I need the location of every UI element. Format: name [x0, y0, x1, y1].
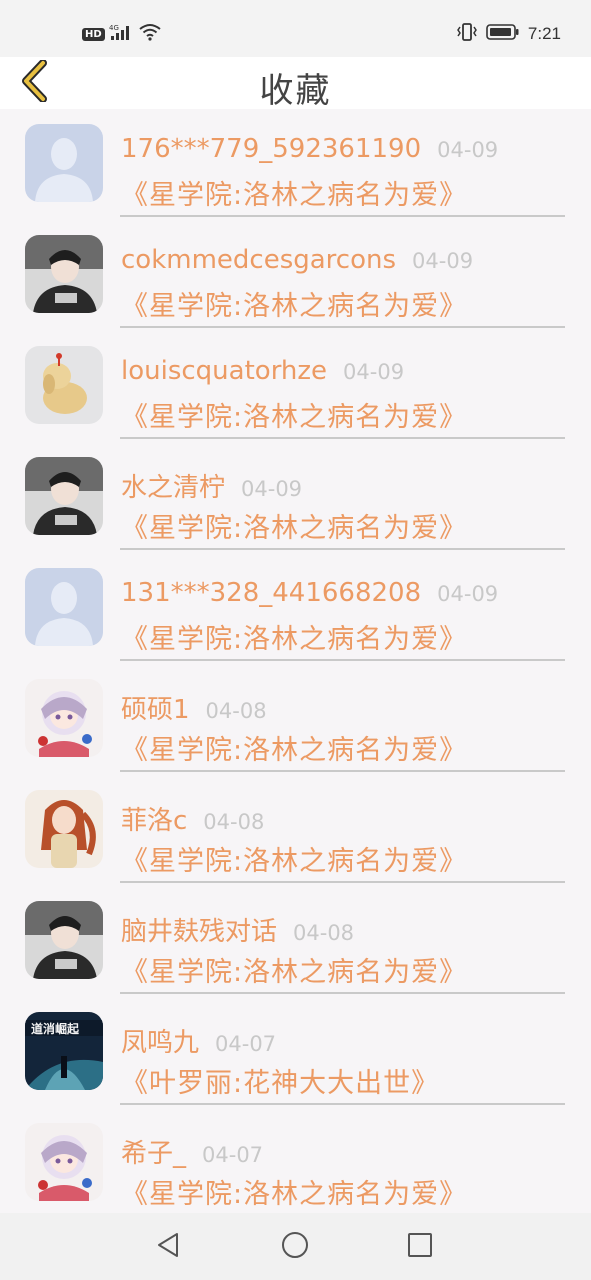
status-left: HD 4G [82, 22, 161, 46]
user-name: 水之清柠 [121, 473, 226, 503]
user-name: 脑井麸残对话 [121, 917, 278, 947]
list-item[interactable]: 希子_ 04-07 《星学院:洛林之病名为爱》 [0, 1109, 591, 1213]
status-bar: HD 4G 7:21 [0, 0, 591, 57]
list-item[interactable]: 道消崛起 凤鸣九 04-07 《叶罗丽:花神大大出世》 [0, 998, 591, 1109]
divider [120, 548, 565, 550]
figurine-avatar[interactable] [25, 346, 103, 424]
list-item[interactable]: 176***779_592361190 04-09 《星学院:洛林之病名为爱》 [0, 110, 591, 221]
list-item[interactable]: 硕硕1 04-08 《星学院:洛林之病名为爱》 [0, 665, 591, 776]
name-line: 菲洛c 04-08 [121, 800, 571, 837]
list-item[interactable]: cokmmedcesgarcons 04-09 《星学院:洛林之病名为爱》 [0, 221, 591, 332]
nav-back-button[interactable] [150, 1229, 186, 1265]
anime-avatar[interactable] [25, 1123, 103, 1201]
divider [120, 881, 565, 883]
divider [120, 770, 565, 772]
book-title[interactable]: 《星学院:洛林之病名为爱》 [121, 173, 467, 212]
nav-recents-button[interactable] [402, 1229, 438, 1265]
wifi-icon [139, 23, 161, 45]
divider [120, 326, 565, 328]
anime-avatar[interactable] [25, 679, 103, 757]
book-title[interactable]: 《星学院:洛林之病名为爱》 [121, 617, 467, 656]
signal-icon: 4G [109, 23, 135, 45]
date-label: 04-08 [203, 810, 265, 834]
book-title[interactable]: 《星学院:洛林之病名为爱》 [121, 284, 467, 323]
user-name: 硕硕1 [121, 695, 190, 725]
user-name: 176***779_592361190 [121, 134, 422, 164]
date-label: 04-09 [241, 477, 303, 501]
book-title[interactable]: 《星学院:洛林之病名为爱》 [121, 839, 467, 878]
default-avatar[interactable] [25, 124, 103, 202]
list-item[interactable]: louiscquatorhze 04-09 《星学院:洛林之病名为爱》 [0, 332, 591, 443]
name-line: 凤鸣九 04-07 [121, 1022, 571, 1059]
svg-text:4G: 4G [109, 24, 119, 32]
hd-icon: HD [82, 27, 105, 41]
user-photo-avatar[interactable] [25, 901, 103, 979]
book-title[interactable]: 《星学院:洛林之病名为爱》 [121, 950, 467, 989]
user-photo-avatar[interactable] [25, 457, 103, 535]
default-avatar[interactable] [25, 568, 103, 646]
user-name: louiscquatorhze [121, 356, 328, 386]
game-poster-avatar[interactable]: 道消崛起 [25, 1012, 103, 1090]
recents-square-icon [407, 1232, 433, 1262]
home-circle-icon [281, 1231, 309, 1263]
date-label: 04-09 [437, 582, 499, 606]
vibrate-icon [456, 22, 478, 46]
divider [120, 215, 565, 217]
book-title[interactable]: 《星学院:洛林之病名为爱》 [121, 1172, 467, 1211]
book-title[interactable]: 《星学院:洛林之病名为爱》 [121, 728, 467, 767]
divider [120, 1103, 565, 1105]
name-line: 希子_ 04-07 [121, 1133, 571, 1170]
book-title[interactable]: 《叶罗丽:花神大大出世》 [121, 1061, 439, 1100]
user-name: 菲洛c [121, 806, 188, 836]
name-line: 硕硕1 04-08 [121, 689, 571, 726]
doll-avatar[interactable] [25, 790, 103, 868]
name-line: 水之清柠 04-09 [121, 467, 571, 504]
date-label: 04-09 [343, 360, 405, 384]
divider [120, 659, 565, 661]
book-title[interactable]: 《星学院:洛林之病名为爱》 [121, 506, 467, 545]
list-item[interactable]: 131***328_441668208 04-09 《星学院:洛林之病名为爱》 [0, 554, 591, 665]
divider [120, 992, 565, 994]
clock: 7:21 [527, 24, 561, 43]
list-item[interactable]: 菲洛c 04-08 《星学院:洛林之病名为爱》 [0, 776, 591, 887]
date-label: 04-07 [202, 1143, 264, 1167]
nav-home-button[interactable] [277, 1229, 313, 1265]
divider [120, 437, 565, 439]
user-name: 希子_ [121, 1139, 187, 1169]
back-triangle-icon [155, 1231, 181, 1263]
date-label: 04-08 [293, 921, 355, 945]
date-label: 04-09 [412, 249, 474, 273]
name-line: 131***328_441668208 04-09 [121, 578, 571, 608]
user-name: 131***328_441668208 [121, 578, 422, 608]
status-right: 7:21 [456, 22, 561, 46]
name-line: 176***779_592361190 04-09 [121, 134, 571, 164]
name-line: cokmmedcesgarcons 04-09 [121, 245, 571, 275]
page-title: 收藏 [259, 71, 332, 111]
date-label: 04-07 [215, 1032, 277, 1056]
name-line: 脑井麸残对话 04-08 [121, 911, 571, 948]
battery-icon [486, 23, 520, 45]
app-header: 收藏 [0, 57, 591, 111]
book-title[interactable]: 《星学院:洛林之病名为爱》 [121, 395, 467, 434]
system-nav-bar [0, 1213, 591, 1280]
favorites-list: 176***779_592361190 04-09 《星学院:洛林之病名为爱》 … [0, 110, 591, 1213]
list-item[interactable]: 水之清柠 04-09 《星学院:洛林之病名为爱》 [0, 443, 591, 554]
date-label: 04-08 [205, 699, 267, 723]
svg-text:道消崛起: 道消崛起 [31, 1021, 80, 1036]
list-item[interactable]: 脑井麸残对话 04-08 《星学院:洛林之病名为爱》 [0, 887, 591, 998]
user-name: cokmmedcesgarcons [121, 245, 397, 275]
name-line: louiscquatorhze 04-09 [121, 356, 571, 386]
date-label: 04-09 [437, 138, 499, 162]
user-name: 凤鸣九 [121, 1028, 200, 1058]
user-photo-avatar[interactable] [25, 235, 103, 313]
